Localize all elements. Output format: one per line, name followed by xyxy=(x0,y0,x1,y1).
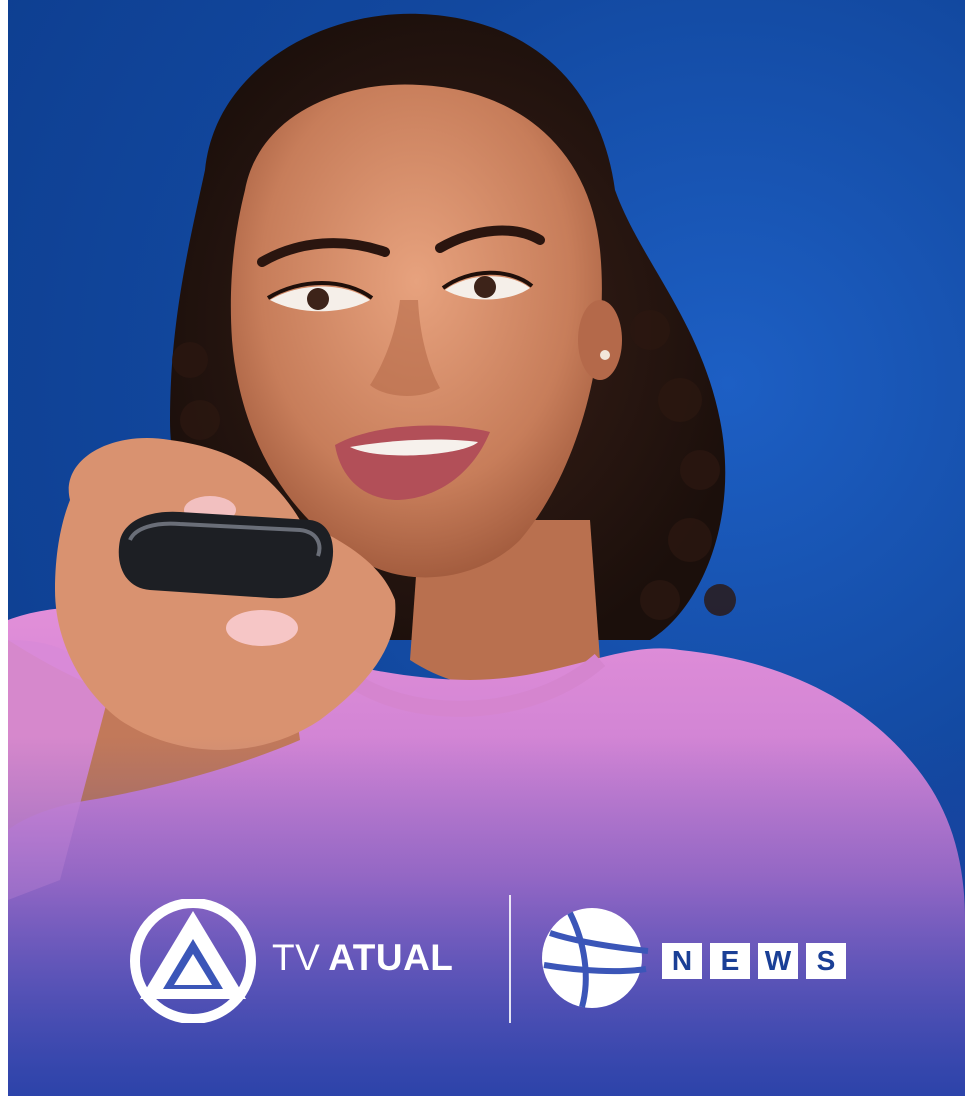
news-letter-s: S xyxy=(806,943,846,979)
news-letter-n: N xyxy=(662,943,702,979)
news-letter-e: E xyxy=(710,943,750,979)
left-border xyxy=(0,0,8,1096)
remote-control-icon xyxy=(118,511,334,599)
news-wordmark: N E W S xyxy=(662,943,846,979)
logo-divider xyxy=(509,895,511,1023)
tv-atual-light-word: TV xyxy=(272,937,321,978)
globe-emblem-icon xyxy=(542,908,649,1008)
right-border xyxy=(965,0,971,1096)
tv-atual-emblem-icon xyxy=(130,899,256,1023)
brand-logos: TV ATUAL N E W S xyxy=(0,895,971,1025)
tv-atual-bold-word: ATUAL xyxy=(328,937,454,978)
tv-atual-wordmark: TV ATUAL xyxy=(272,937,453,979)
hero-banner: TV ATUAL N E W S xyxy=(0,0,971,1096)
news-letter-w: W xyxy=(758,943,798,979)
